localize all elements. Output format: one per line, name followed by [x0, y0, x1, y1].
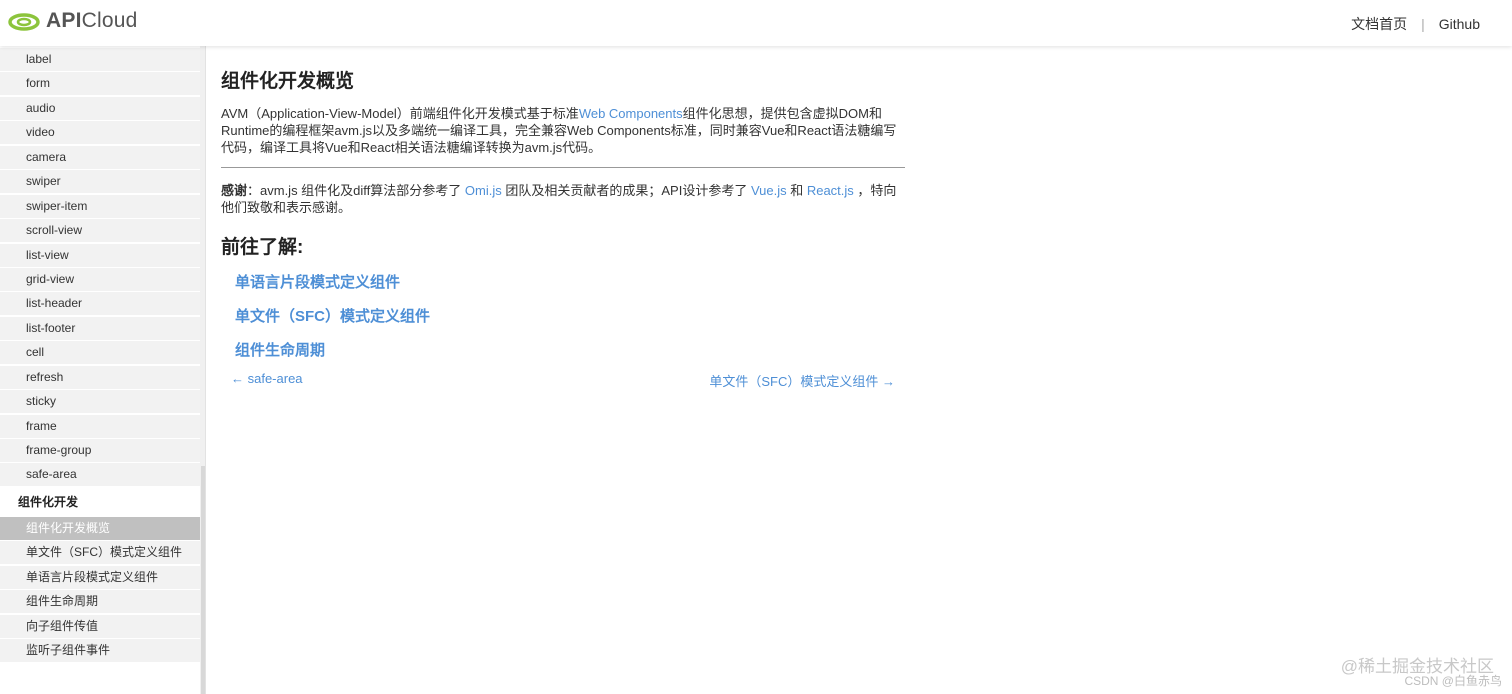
- sidebar-item-single-language-component[interactable]: 单语言片段模式定义组件: [0, 565, 200, 589]
- top-nav: 文档首页 | Github: [1351, 14, 1480, 34]
- goto-link-lifecycle[interactable]: 组件生命周期: [235, 341, 905, 375]
- sidebar-item-grid-view[interactable]: grid-view: [0, 267, 200, 291]
- goto-link-sfc[interactable]: 单文件（SFC）模式定义组件: [235, 307, 905, 341]
- sidebar-divider: [205, 46, 206, 694]
- nav-docs-home[interactable]: 文档首页: [1351, 14, 1407, 34]
- sidebar-item-safe-area[interactable]: safe-area: [0, 463, 200, 487]
- page-title: 组件化开发概览: [221, 71, 355, 92]
- sidebar-item-sfc-component[interactable]: 单文件（SFC）模式定义组件: [0, 541, 200, 565]
- thanks-paragraph: 感谢：avm.js 组件化及diff算法部分参考了 Omi.js 团队及相关贡献…: [221, 183, 897, 215]
- vuejs-link[interactable]: Vue.js: [751, 183, 787, 198]
- main-content: 组件化开发概览 AVM（Application-View-Model）前端组件化…: [221, 58, 905, 391]
- sidebar: label form audio video camera swiper swi…: [0, 46, 200, 694]
- sidebar-item-refresh[interactable]: refresh: [0, 365, 200, 389]
- sidebar-item-sticky[interactable]: sticky: [0, 390, 200, 414]
- sidebar-item-audio[interactable]: audio: [0, 96, 200, 120]
- sidebar-item-scroll-view[interactable]: scroll-view: [0, 219, 200, 243]
- sidebar-item-list-header[interactable]: list-header: [0, 292, 200, 316]
- sidebar-item-label[interactable]: label: [0, 48, 200, 71]
- sidebar-item-list-view[interactable]: list-view: [0, 243, 200, 267]
- goto-heading: 前往了解:: [221, 237, 304, 258]
- sidebar-item-lifecycle[interactable]: 组件生命周期: [0, 590, 200, 614]
- next-page-link[interactable]: 单文件（SFC）模式定义组件 →: [709, 371, 895, 390]
- prev-page-link[interactable]: ← safe-area: [231, 371, 303, 386]
- web-components-link[interactable]: Web Components: [579, 106, 683, 121]
- sidebar-item-listen-child-events[interactable]: 监听子组件事件: [0, 639, 200, 663]
- omijs-link[interactable]: Omi.js: [465, 183, 502, 198]
- pager: ← safe-area 单文件（SFC）模式定义组件 →: [221, 371, 905, 391]
- divider-line: [221, 167, 905, 168]
- nav-github[interactable]: Github: [1439, 16, 1480, 32]
- reactjs-link[interactable]: React.js: [807, 183, 854, 198]
- sidebar-item-list-footer[interactable]: list-footer: [0, 316, 200, 340]
- sidebar-item-frame[interactable]: frame: [0, 414, 200, 438]
- sidebar-item-swiper-item[interactable]: swiper-item: [0, 194, 200, 218]
- sidebar-item-pass-to-child[interactable]: 向子组件传值: [0, 614, 200, 638]
- sidebar-item-camera[interactable]: camera: [0, 145, 200, 169]
- nav-separator: |: [1421, 16, 1425, 32]
- sidebar-item-cell[interactable]: cell: [0, 341, 200, 365]
- sidebar-item-frame-group[interactable]: frame-group: [0, 439, 200, 462]
- top-header: APICloud 文档首页 | Github: [0, 0, 1512, 46]
- watermark-csdn: CSDN @白鱼赤鸟: [1404, 674, 1502, 688]
- cloud-logo-icon: [8, 13, 40, 31]
- sidebar-item-component-overview[interactable]: 组件化开发概览: [0, 516, 200, 540]
- apicloud-logo[interactable]: APICloud: [8, 8, 137, 34]
- intro-paragraph: AVM（Application-View-Model）前端组件化开发模式基于标准…: [221, 106, 897, 155]
- sidebar-item-swiper[interactable]: swiper: [0, 170, 200, 194]
- sidebar-item-form[interactable]: form: [0, 72, 200, 96]
- goto-list: 单语言片段模式定义组件 单文件（SFC）模式定义组件 组件生命周期: [221, 273, 905, 375]
- sidebar-group-component-dev[interactable]: 组件化开发: [0, 487, 200, 517]
- logo-text: APICloud: [46, 9, 138, 32]
- goto-link-single-language[interactable]: 单语言片段模式定义组件: [235, 273, 905, 307]
- sidebar-item-video[interactable]: video: [0, 121, 200, 145]
